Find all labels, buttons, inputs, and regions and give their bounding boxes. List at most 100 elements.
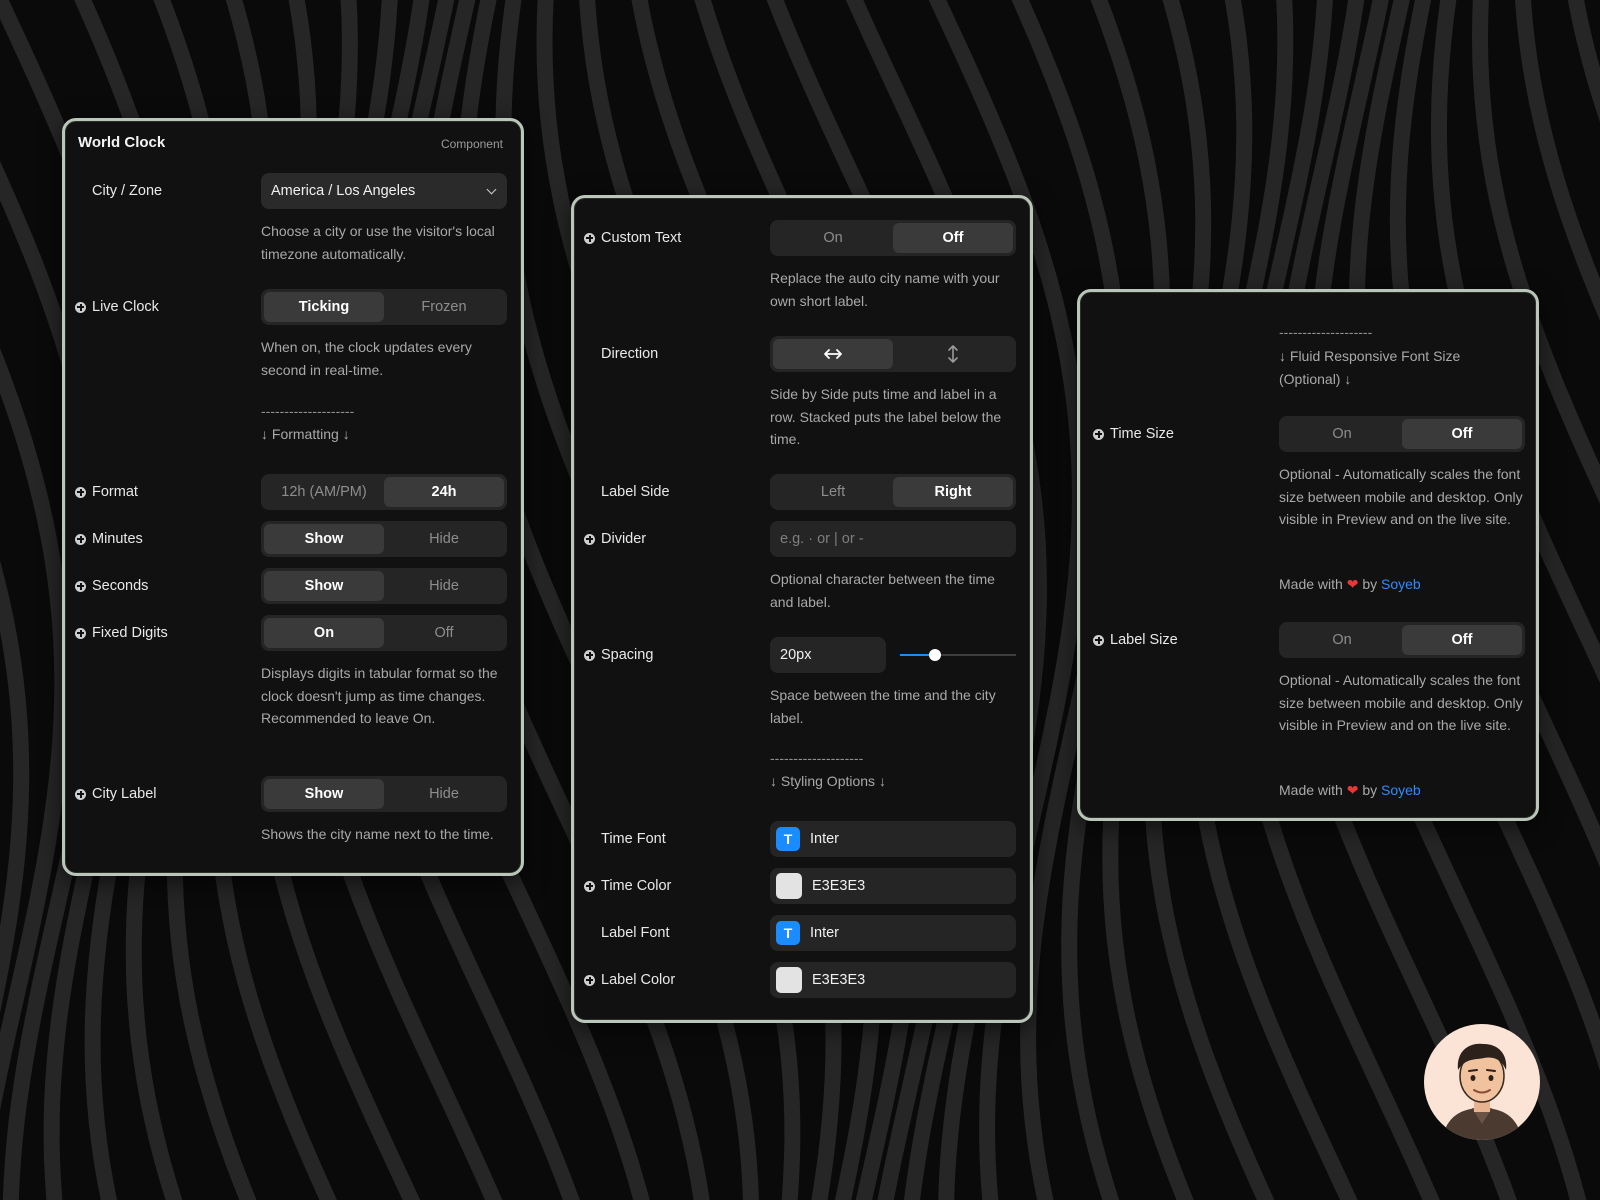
label-side-option-left[interactable]: Left xyxy=(773,477,893,507)
label-color-label: Label Color xyxy=(584,962,675,998)
city-label-option-show[interactable]: Show xyxy=(264,779,384,809)
author-link[interactable]: Soyeb xyxy=(1381,576,1421,592)
label-side-option-right[interactable]: Right xyxy=(893,477,1013,507)
fixed-digits-label: Fixed Digits xyxy=(75,615,168,651)
add-circle-icon[interactable] xyxy=(75,580,86,592)
time-color-swatch xyxy=(776,873,802,899)
styling-title: ↓ Styling Options ↓ xyxy=(770,773,886,789)
custom-text-label: Custom Text xyxy=(584,220,681,256)
spacing-input[interactable]: 20px xyxy=(770,637,886,673)
time-color-picker[interactable]: E3E3E3 xyxy=(770,868,1016,904)
seconds-toggle[interactable]: Show Hide xyxy=(261,568,507,604)
label-size-option-on[interactable]: On xyxy=(1282,625,1402,655)
live-clock-description: When on, the clock updates every second … xyxy=(261,339,472,378)
spacing-description: Space between the time and the city labe… xyxy=(770,687,996,726)
live-clock-toggle[interactable]: Ticking Frozen xyxy=(261,289,507,325)
time-font-picker[interactable]: T Inter xyxy=(770,821,1016,857)
add-circle-icon[interactable] xyxy=(75,788,86,800)
custom-text-option-on[interactable]: On xyxy=(773,223,893,253)
format-option-12h[interactable]: 12h (AM/PM) xyxy=(264,477,384,507)
vertical-arrows-icon xyxy=(948,345,958,363)
spacing-label: Spacing xyxy=(584,637,653,673)
font-type-icon: T xyxy=(776,827,800,851)
horizontal-arrows-icon xyxy=(824,349,842,360)
time-size-option-on[interactable]: On xyxy=(1282,419,1402,449)
heart-icon: ❤ xyxy=(1346,576,1359,592)
divider-input[interactable]: e.g. · or | or - xyxy=(770,521,1016,557)
time-size-toggle[interactable]: On Off xyxy=(1279,416,1525,452)
direction-option-side-by-side[interactable] xyxy=(773,339,893,369)
fixed-digits-option-off[interactable]: Off xyxy=(384,618,504,648)
formatting-divider: -------------------- xyxy=(261,403,355,419)
made-with-credit: Made with ❤ by Soyeb xyxy=(1279,782,1421,798)
spacing-slider-thumb[interactable] xyxy=(928,649,941,661)
direction-option-stacked[interactable] xyxy=(893,339,1013,369)
custom-text-toggle[interactable]: On Off xyxy=(770,220,1016,256)
format-label: Format xyxy=(75,474,138,510)
styling-divider: -------------------- xyxy=(770,750,864,766)
city-label-label: City Label xyxy=(75,776,156,812)
custom-text-option-off[interactable]: Off xyxy=(893,223,1013,253)
author-avatar[interactable] xyxy=(1424,1024,1540,1140)
add-circle-icon[interactable] xyxy=(584,232,595,244)
direction-label: Direction xyxy=(601,346,659,362)
time-size-label: Time Size xyxy=(1093,416,1174,452)
divider-description: Optional character between the time and … xyxy=(770,571,995,610)
fluid-divider: -------------------- xyxy=(1279,324,1373,340)
seconds-option-hide[interactable]: Hide xyxy=(384,571,504,601)
label-color-value: E3E3E3 xyxy=(812,972,866,988)
seconds-option-show[interactable]: Show xyxy=(264,571,384,601)
minutes-option-hide[interactable]: Hide xyxy=(384,524,504,554)
city-label-description: Shows the city name next to the time. xyxy=(261,826,494,842)
live-clock-label: Live Clock xyxy=(75,289,159,325)
direction-toggle[interactable] xyxy=(770,336,1016,372)
divider-label: Divider xyxy=(584,521,646,557)
live-clock-option-ticking[interactable]: Ticking xyxy=(264,292,384,322)
format-toggle[interactable]: 12h (AM/PM) 24h xyxy=(261,474,507,510)
time-font-label: Time Font xyxy=(601,831,666,847)
author-link[interactable]: Soyeb xyxy=(1381,782,1421,798)
heart-icon: ❤ xyxy=(1346,782,1359,798)
fluid-title: ↓ Fluid Responsive Font Size (Optional) … xyxy=(1279,348,1461,387)
direction-description: Side by Side puts time and label in a ro… xyxy=(770,386,1002,447)
spacing-slider[interactable] xyxy=(900,649,1016,661)
fixed-digits-description: Displays digits in tabular format so the… xyxy=(261,665,498,726)
minutes-toggle[interactable]: Show Hide xyxy=(261,521,507,557)
panel-title: World Clock xyxy=(78,134,166,151)
label-size-option-off[interactable]: Off xyxy=(1402,625,1522,655)
add-circle-icon[interactable] xyxy=(584,533,595,545)
add-circle-icon[interactable] xyxy=(584,649,595,661)
add-circle-icon[interactable] xyxy=(1093,428,1104,440)
city-label-option-hide[interactable]: Hide xyxy=(384,779,504,809)
city-zone-select[interactable]: America / Los Angeles xyxy=(261,173,507,209)
label-size-description: Optional - Automatically scales the font… xyxy=(1279,672,1523,733)
add-circle-icon[interactable] xyxy=(584,974,595,986)
fluid-font-size-panel: -------------------- ↓ Fluid Responsive … xyxy=(1077,289,1539,821)
add-circle-icon[interactable] xyxy=(75,486,86,498)
label-font-picker[interactable]: T Inter xyxy=(770,915,1016,951)
add-circle-icon[interactable] xyxy=(75,627,86,639)
city-label-toggle[interactable]: Show Hide xyxy=(261,776,507,812)
add-circle-icon[interactable] xyxy=(584,880,595,892)
minutes-label: Minutes xyxy=(75,521,143,557)
city-zone-label: City / Zone xyxy=(92,183,163,199)
minutes-option-show[interactable]: Show xyxy=(264,524,384,554)
time-size-option-off[interactable]: Off xyxy=(1402,419,1522,449)
display-options-panel: Custom Text On Off Replace the auto city… xyxy=(571,195,1033,1023)
fixed-digits-option-on[interactable]: On xyxy=(264,618,384,648)
world-clock-panel: World Clock Component City / Zone Americ… xyxy=(62,118,524,876)
formatting-title: ↓ Formatting ↓ xyxy=(261,426,350,442)
format-option-24h[interactable]: 24h xyxy=(384,477,504,507)
fixed-digits-toggle[interactable]: On Off xyxy=(261,615,507,651)
label-size-toggle[interactable]: On Off xyxy=(1279,622,1525,658)
live-clock-option-frozen[interactable]: Frozen xyxy=(384,292,504,322)
label-side-toggle[interactable]: Left Right xyxy=(770,474,1016,510)
label-color-picker[interactable]: E3E3E3 xyxy=(770,962,1016,998)
time-size-description: Optional - Automatically scales the font… xyxy=(1279,466,1523,527)
add-circle-icon[interactable] xyxy=(1093,634,1104,646)
add-circle-icon[interactable] xyxy=(75,301,86,313)
label-color-swatch xyxy=(776,967,802,993)
label-side-label: Label Side xyxy=(601,484,670,500)
add-circle-icon[interactable] xyxy=(75,533,86,545)
label-font-label: Label Font xyxy=(601,925,670,941)
